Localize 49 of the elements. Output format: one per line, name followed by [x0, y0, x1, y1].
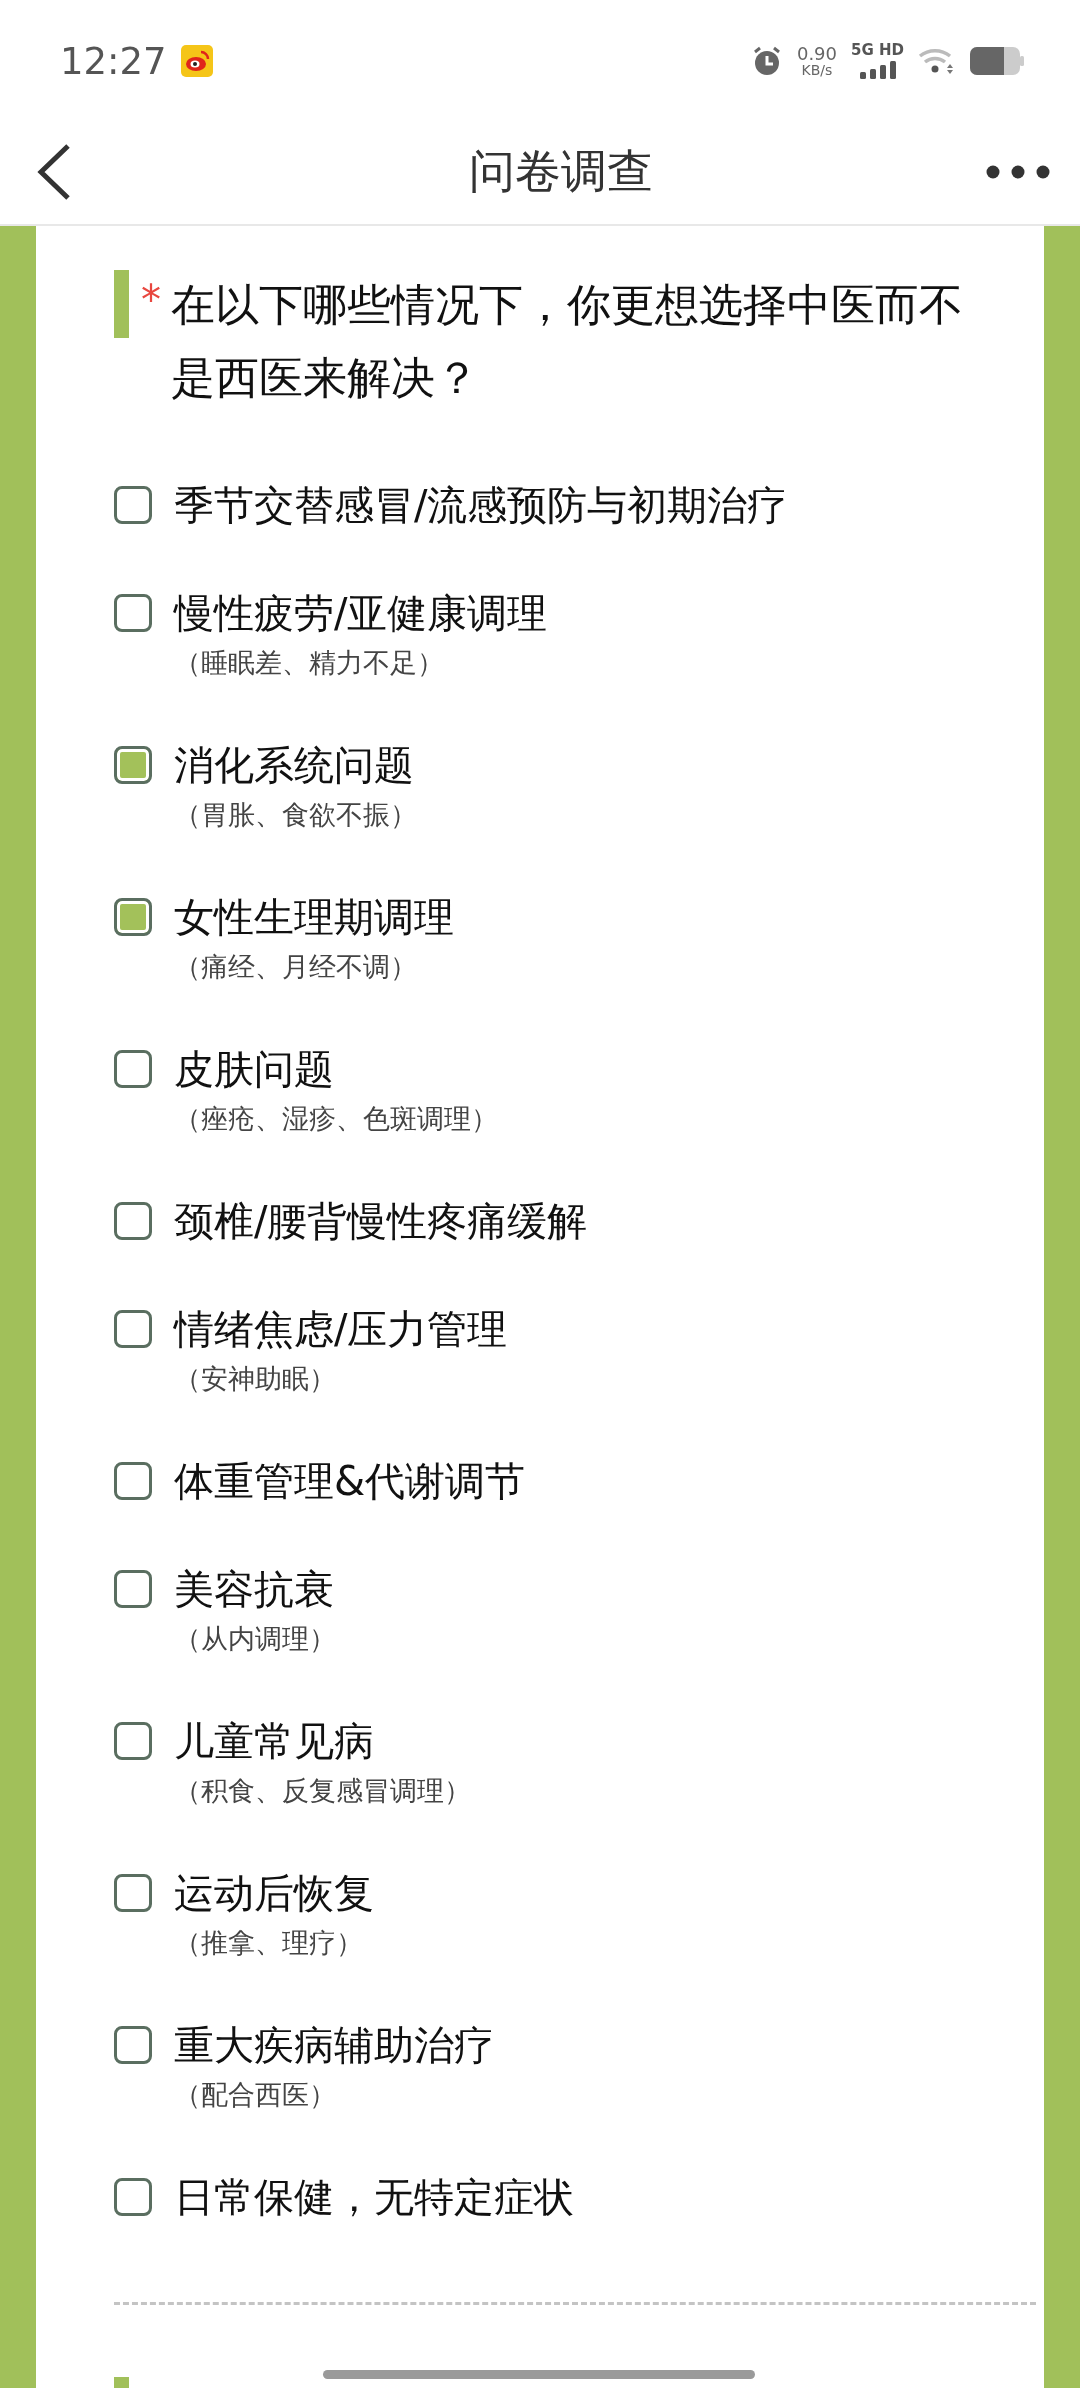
option-label[interactable]: 季节交替感冒/流感预防与初期治疗 [174, 477, 788, 533]
checkbox[interactable] [114, 1050, 152, 1088]
option-note: （痤疮、湿疹、色斑调理） [174, 1102, 498, 1136]
option-label[interactable]: 消化系统问题 [174, 737, 417, 793]
checkbox[interactable] [114, 594, 152, 632]
checkbox[interactable] [114, 2178, 152, 2216]
option-note: （胃胀、食欲不振） [174, 798, 417, 832]
option-label[interactable]: 慢性疲劳/亚健康调理 [174, 585, 548, 641]
option-label[interactable]: 颈椎/腰背慢性疼痛缓解 [174, 1193, 588, 1249]
checkbox[interactable] [114, 486, 152, 524]
option-label[interactable]: 情绪焦虑/压力管理 [174, 1301, 508, 1357]
required-mark: * [141, 276, 162, 325]
page-title: 问卷调查 [469, 143, 653, 200]
checkbox[interactable] [114, 1874, 152, 1912]
option-note: （推拿、理疗） [174, 1926, 364, 1960]
more-icon[interactable] [986, 165, 1050, 179]
question-title: 在以下哪些情况下，你更想选择中医而不是西医来解决？ [171, 278, 964, 405]
option-note: （配合西医） [174, 2078, 337, 2112]
option-label[interactable]: 体重管理&代谢调节 [174, 1453, 526, 1509]
network-speed: 0.90 [796, 45, 837, 63]
checkbox[interactable] [114, 746, 152, 784]
back-icon[interactable] [36, 143, 72, 201]
option-note: （积食、反复感冒调理） [174, 1774, 471, 1808]
network-type: 5G HD [851, 43, 904, 58]
option-label[interactable]: 日常保健，无特定症状 [174, 2169, 574, 2225]
checkbox[interactable] [114, 2026, 152, 2064]
option-label[interactable]: 运动后恢复 [174, 1865, 374, 1921]
option-note: （睡眠差、精力不足） [174, 646, 445, 680]
signal-icon [858, 61, 897, 79]
option-label[interactable]: 重大疾病辅助治疗 [174, 2017, 494, 2073]
option-label[interactable]: 女性生理期调理 [174, 889, 454, 945]
option-note: （安神助眠） [174, 1362, 337, 1396]
option-note: （痛经、月经不调） [174, 950, 418, 984]
checkbox[interactable] [114, 1570, 152, 1608]
option-label[interactable]: 美容抗衰 [174, 1561, 336, 1617]
checkbox[interactable] [114, 1202, 152, 1240]
checkbox[interactable] [114, 1310, 152, 1348]
checkbox[interactable] [114, 1722, 152, 1760]
speed-unit: KB/s [801, 63, 833, 77]
wifi-icon [918, 46, 956, 76]
option-label[interactable]: 儿童常见病 [174, 1713, 471, 1769]
option-label[interactable]: 皮肤问题 [174, 1041, 498, 1097]
app-notification-icon [180, 45, 213, 77]
checkbox[interactable] [114, 898, 152, 936]
battery-icon [970, 47, 1024, 75]
question-marker [114, 270, 129, 338]
status-time: 12:27 [60, 39, 167, 83]
option-note: （从内调理） [174, 1622, 336, 1656]
checkbox[interactable] [114, 1462, 152, 1500]
